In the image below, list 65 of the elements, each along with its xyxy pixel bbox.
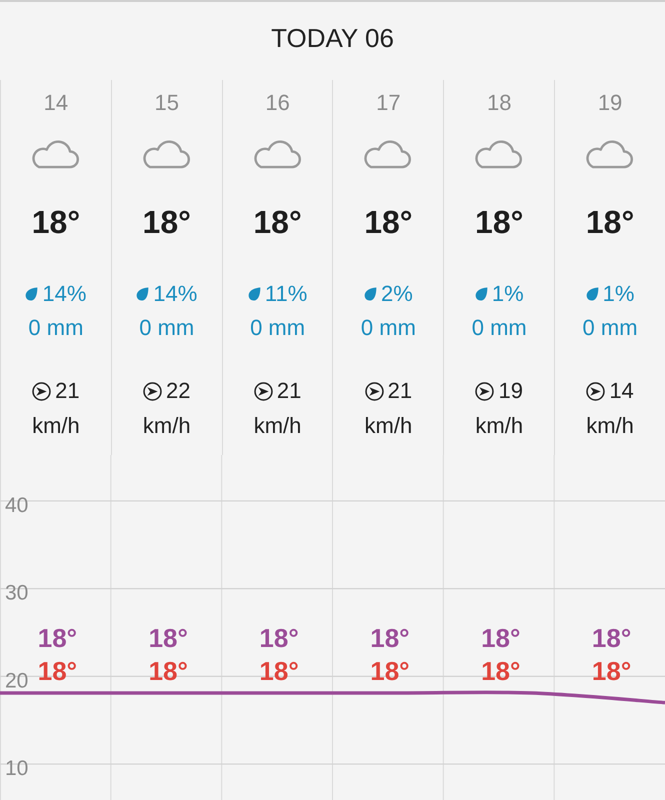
hour-label: 18 [486,90,512,116]
axis-label: 20 [5,669,28,692]
hour-label: 19 [598,90,622,116]
temperature-label: 18° [370,656,410,686]
precipitation-amount: 0 mm [250,315,306,341]
cloud-icon [252,138,303,169]
wind-speed: 22 [166,378,190,404]
wind-speed: 21 [55,378,80,404]
raindrop-icon [136,287,150,301]
precipitation-amount: 0 mm [360,315,416,341]
precipitation-chance: 1% [602,281,634,307]
raindrop-icon [25,287,38,301]
wind-unit: km/h [475,413,524,439]
temperature-label: 18° [148,623,188,653]
temperature-label: 18° [586,203,634,241]
precipitation-amount: 0 mm [582,315,638,341]
wind-unit: km/h [254,413,302,439]
precipitation-chance: 2% [381,281,413,307]
cloud-icon [363,138,414,169]
hour-label: 15 [154,90,179,116]
hour-label: 16 [265,90,290,116]
hour-label: 17 [376,90,401,116]
temperature-label: 18° [592,656,632,686]
day-title: TODAY 06 [271,22,394,54]
temperature-label: 18° [592,623,632,653]
precipitation-amount: 0 mm [139,315,194,341]
temperature-label: 18° [38,623,78,653]
temperature-label: 18° [142,203,191,241]
raindrop-icon [248,287,261,301]
temperature-label: 18° [370,623,410,653]
axis-label: 30 [5,582,28,605]
temperature-label: 18° [259,623,299,653]
raindrop-icon [364,287,377,301]
precipitation-chance: 14% [153,281,198,307]
temperature-label: 18° [32,203,80,241]
temperature-label: 18° [364,203,413,241]
temperature-label: 18° [475,203,524,241]
temperature-label: 18° [148,656,188,686]
axis-label: 40 [5,494,28,517]
wind-unit: km/h [364,413,412,439]
cloud-icon [585,138,636,169]
wind-unit: km/h [32,413,80,439]
wind-speed: 19 [498,378,523,404]
temperature-label: 18° [38,656,78,686]
precipitation-amount: 0 mm [472,315,527,341]
wind-speed: 14 [609,378,634,404]
cloud-icon [30,138,81,169]
wind-speed: 21 [388,378,412,404]
wind-unit: km/h [142,413,191,439]
wind-unit: km/h [586,413,634,439]
axis-label: 10 [5,757,28,780]
temperature-label: 18° [253,203,302,241]
precipitation-amount: 0 mm [28,315,84,341]
temperature-label: 18° [481,623,520,653]
cloud-icon [142,138,192,169]
temperature-label: 18° [259,656,299,686]
temperature-label: 18° [481,656,520,686]
precipitation-chance: 1% [492,281,524,307]
raindrop-icon [474,287,488,301]
precipitation-chance: 14% [42,281,86,307]
hour-label: 14 [44,90,68,116]
cloud-icon [474,138,524,169]
raindrop-icon [586,287,599,301]
wind-speed: 21 [276,378,302,404]
precipitation-chance: 11% [264,281,308,307]
